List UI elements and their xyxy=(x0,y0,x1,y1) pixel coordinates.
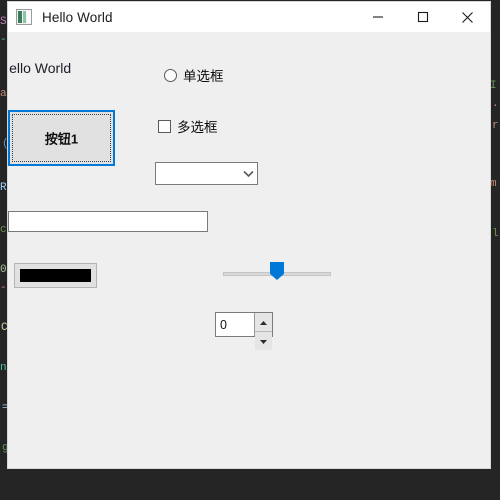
background-code-fragment: I xyxy=(490,80,497,92)
progress-bar-fill xyxy=(20,269,91,282)
spin-box-down-button[interactable] xyxy=(255,332,272,350)
check-box-multi-choice[interactable]: 多选框 xyxy=(158,116,218,136)
background-code-fragment: C xyxy=(1,322,8,334)
minimize-icon xyxy=(372,11,384,23)
maximize-button[interactable] xyxy=(400,2,445,32)
window-titlebar[interactable]: Hello World xyxy=(8,2,490,32)
close-icon xyxy=(461,11,474,24)
slider-thumb-handle[interactable] xyxy=(270,262,284,280)
close-button[interactable] xyxy=(445,2,490,32)
line-edit-input[interactable] xyxy=(8,211,208,232)
push-button-1[interactable]: 按钮1 xyxy=(8,110,115,166)
window-title: Hello World xyxy=(42,9,113,25)
spin-box-up-button[interactable] xyxy=(255,313,272,332)
spin-box-value: 0 xyxy=(220,317,227,332)
chevron-down-icon[interactable] xyxy=(239,170,257,178)
triangle-up-icon xyxy=(259,313,268,331)
background-code-fragment: l xyxy=(492,228,499,240)
window-controls xyxy=(355,2,490,32)
push-button-label: 按钮1 xyxy=(44,131,79,147)
background-code-fragment: r xyxy=(492,120,499,132)
radio-button-single-choice[interactable]: 单选框 xyxy=(164,65,224,85)
application-icon xyxy=(16,9,32,25)
spin-box[interactable]: 0 xyxy=(215,312,273,350)
window-client-area: Hello World 按钮1 单选框 多选框 0 xyxy=(8,32,490,468)
progress-bar xyxy=(14,263,97,288)
triangle-down-icon xyxy=(259,332,268,350)
hello-world-label: Hello World xyxy=(8,60,72,76)
checkbox-indicator-icon xyxy=(158,119,171,133)
maximize-icon xyxy=(417,11,429,23)
check-box-label: 多选框 xyxy=(177,120,218,135)
radio-button-label: 单选框 xyxy=(183,69,224,84)
minimize-button[interactable] xyxy=(355,2,400,32)
background-code-fragment: m xyxy=(490,178,497,190)
background-code-fragment: . xyxy=(492,98,499,110)
horizontal-slider[interactable] xyxy=(223,260,331,288)
spin-box-buttons xyxy=(254,313,272,350)
radio-indicator-icon xyxy=(164,68,177,82)
application-window: Hello World Hello World 按钮 xyxy=(8,2,490,468)
combo-box[interactable] xyxy=(155,162,258,185)
